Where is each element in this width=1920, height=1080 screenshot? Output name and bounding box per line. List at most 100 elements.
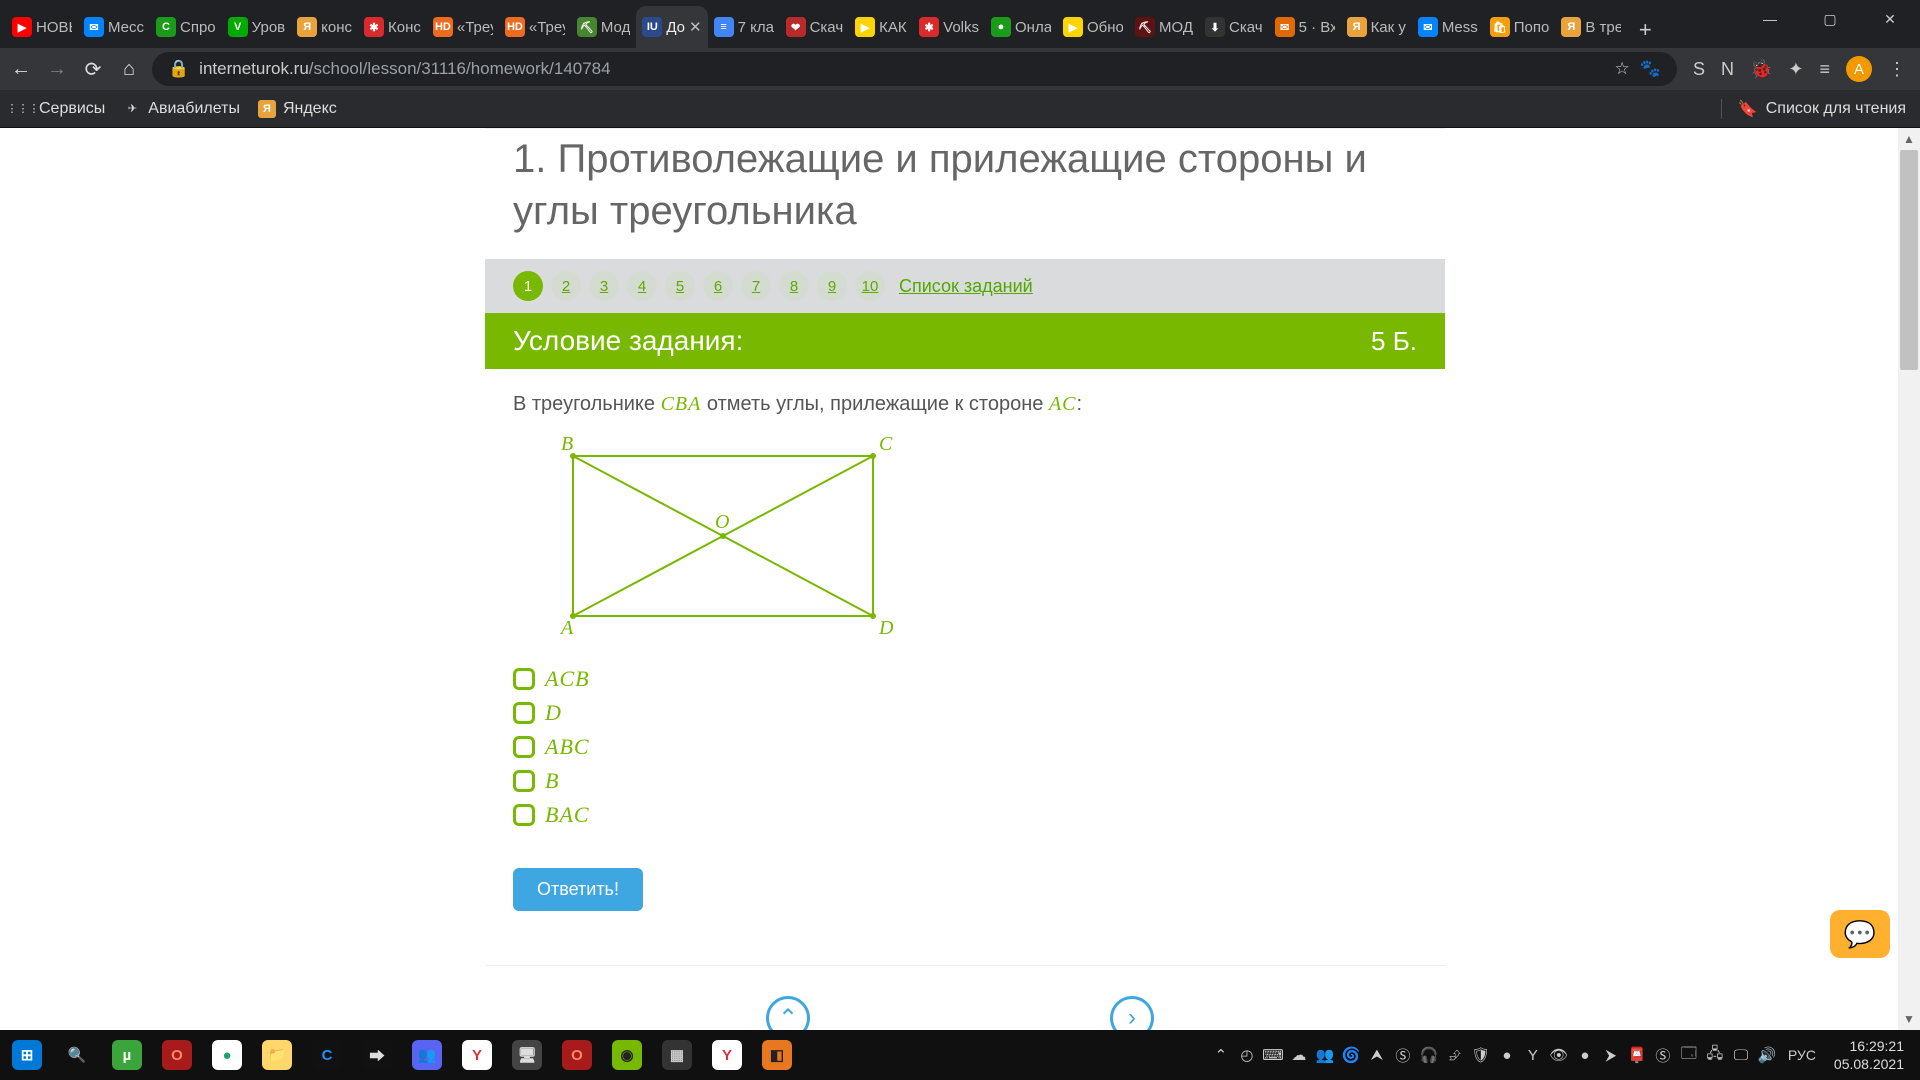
nav-reload[interactable]: ⟳	[80, 56, 106, 82]
nav-back[interactable]: ←	[8, 56, 34, 82]
browser-tab[interactable]: ⬇Скач	[1199, 6, 1269, 48]
tray-icon[interactable]: 👁	[1546, 1030, 1572, 1080]
taskbar-app[interactable]: ▦	[654, 1030, 700, 1080]
taskbar-app[interactable]: O	[154, 1030, 200, 1080]
option-row[interactable]: ABC	[513, 734, 1417, 760]
task-pill-5[interactable]: 5	[665, 271, 695, 301]
task-pill-7[interactable]: 7	[741, 271, 771, 301]
taskbar-app[interactable]: µ	[104, 1030, 150, 1080]
option-row[interactable]: ACB	[513, 666, 1417, 692]
tray-icon[interactable]: ⌃	[1208, 1030, 1234, 1080]
tray-icon[interactable]: 🔊	[1754, 1030, 1780, 1080]
taskbar-app[interactable]: C	[304, 1030, 350, 1080]
browser-tab[interactable]: ЯКак у	[1341, 6, 1412, 48]
task-pill-4[interactable]: 4	[627, 271, 657, 301]
chat-fab[interactable]: 💬	[1830, 910, 1890, 958]
task-pill-1[interactable]: 1	[513, 271, 543, 301]
browser-tab[interactable]: Яконс	[291, 6, 358, 48]
option-row[interactable]: B	[513, 768, 1417, 794]
task-list-link[interactable]: Список заданий	[899, 276, 1033, 297]
checkbox[interactable]	[513, 702, 535, 724]
tray-icon[interactable]: ⮵	[1442, 1030, 1468, 1080]
paw-icon[interactable]: 🐾	[1640, 59, 1661, 79]
tray-icon[interactable]: ⮝	[1364, 1030, 1390, 1080]
answer-button[interactable]: Ответить!	[513, 868, 643, 911]
window-minimize[interactable]: —	[1740, 0, 1800, 38]
browser-tab[interactable]: ✉Месс	[78, 6, 150, 48]
bookmark-yandex[interactable]: ЯЯндекс	[258, 100, 337, 118]
task-pill-10[interactable]: 10	[855, 271, 885, 301]
chrome-menu[interactable]: ⋮	[1888, 59, 1906, 80]
scrollbar[interactable]: ▲ ▼	[1898, 128, 1920, 1030]
tray-icon[interactable]: 👥	[1312, 1030, 1338, 1080]
scroll-up-icon[interactable]: ▲	[1898, 128, 1920, 150]
tray-icon[interactable]: ⮞	[1598, 1030, 1624, 1080]
nav-home[interactable]: ⌂	[116, 56, 142, 82]
browser-tab[interactable]: IUДо✕	[636, 6, 707, 48]
tray-icon[interactable]: ☁	[1286, 1030, 1312, 1080]
checkbox[interactable]	[513, 668, 535, 690]
checkbox[interactable]	[513, 736, 535, 758]
browser-tab[interactable]: ✱Конс	[358, 6, 427, 48]
browser-tab[interactable]: VУров	[222, 6, 292, 48]
taskbar-app[interactable]: 🔍	[54, 1030, 100, 1080]
ext-s-icon[interactable]: S	[1693, 59, 1705, 80]
browser-tab[interactable]: ▶КАК	[849, 6, 913, 48]
browser-tab[interactable]: ●Онла	[985, 6, 1057, 48]
clock[interactable]: 16:29:2105.08.2021	[1824, 1037, 1914, 1073]
checkbox[interactable]	[513, 804, 535, 826]
taskbar-app[interactable]: 🖥	[504, 1030, 550, 1080]
tray-icon[interactable]: ◴	[1234, 1030, 1260, 1080]
tray-icon[interactable]: ●	[1494, 1030, 1520, 1080]
task-pill-9[interactable]: 9	[817, 271, 847, 301]
taskbar-app[interactable]: 📁	[254, 1030, 300, 1080]
browser-tab[interactable]: ✉5 · Вх	[1269, 6, 1341, 48]
taskbar-app[interactable]: ◉	[604, 1030, 650, 1080]
taskbar-app[interactable]: ◧	[754, 1030, 800, 1080]
extensions-icon[interactable]: ✦	[1788, 59, 1803, 80]
browser-tab[interactable]: ⛏МОД	[1129, 6, 1199, 48]
browser-tab[interactable]: ССпро	[150, 6, 222, 48]
prev-button[interactable]: ⌃	[766, 996, 810, 1030]
new-tab-button[interactable]: +	[1627, 12, 1663, 48]
browser-tab[interactable]: HD«Треу	[499, 6, 571, 48]
option-row[interactable]: D	[513, 700, 1417, 726]
taskbar-app[interactable]: O	[554, 1030, 600, 1080]
bookmark-apps[interactable]: ⋮⋮⋮Сервисы	[14, 100, 105, 118]
tray-icon[interactable]: 📮	[1624, 1030, 1650, 1080]
tray-icon[interactable]: 🎧	[1416, 1030, 1442, 1080]
option-row[interactable]: BAC	[513, 802, 1417, 828]
ext-n-icon[interactable]: N	[1721, 59, 1734, 80]
window-close[interactable]: ✕	[1860, 0, 1920, 38]
tray-icon[interactable]: 🖵	[1728, 1030, 1754, 1080]
tray-icon[interactable]: Y	[1520, 1030, 1546, 1080]
bookmark-avia[interactable]: ✈Авиабилеты	[123, 100, 240, 118]
browser-tab[interactable]: ✱Volks	[913, 6, 985, 48]
tray-icon[interactable]: 🖧	[1702, 1030, 1728, 1080]
url-bar[interactable]: 🔒 interneturok.ru/school/lesson/31116/ho…	[152, 52, 1677, 86]
taskbar-app[interactable]: ⮕	[354, 1030, 400, 1080]
tray-icon[interactable]: Ⓢ	[1390, 1030, 1416, 1080]
browser-tab[interactable]: HD«Треу	[427, 6, 499, 48]
task-pill-3[interactable]: 3	[589, 271, 619, 301]
nav-forward[interactable]: →	[44, 56, 70, 82]
next-button[interactable]: ›	[1110, 996, 1154, 1030]
browser-tab[interactable]: ▶НОВЫ	[6, 6, 78, 48]
browser-tab[interactable]: ▶Обно	[1057, 6, 1129, 48]
taskbar-app[interactable]: 👥	[404, 1030, 450, 1080]
browser-tab[interactable]: 🛍Попо	[1484, 6, 1556, 48]
browser-tab[interactable]: ⛏Мод	[571, 6, 636, 48]
browser-tab[interactable]: ЯВ тре	[1555, 6, 1627, 48]
ext-lines-icon[interactable]: ≡	[1819, 59, 1830, 80]
window-maximize[interactable]: ▢	[1800, 0, 1860, 38]
checkbox[interactable]	[513, 770, 535, 792]
task-pill-6[interactable]: 6	[703, 271, 733, 301]
tray-icon[interactable]: ●	[1572, 1030, 1598, 1080]
task-pill-2[interactable]: 2	[551, 271, 581, 301]
tray-icon[interactable]: Ⓢ	[1650, 1030, 1676, 1080]
star-icon[interactable]: ☆	[1615, 59, 1630, 79]
scroll-down-icon[interactable]: ▼	[1898, 1008, 1920, 1030]
taskbar-app[interactable]: Y	[704, 1030, 750, 1080]
task-pill-8[interactable]: 8	[779, 271, 809, 301]
browser-tab[interactable]: ≡7 кла	[708, 6, 780, 48]
